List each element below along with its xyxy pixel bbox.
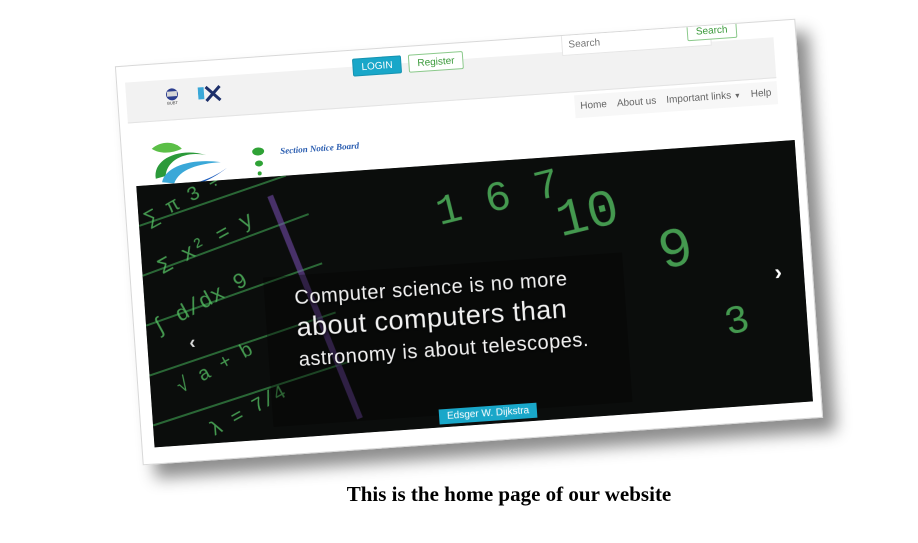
bubt-logo: BUBT xyxy=(165,88,179,106)
page-caption: This is the home page of our website xyxy=(346,482,672,506)
register-button[interactable]: Register xyxy=(407,50,465,73)
login-button[interactable]: LOGIN xyxy=(351,55,403,77)
nav-about-us[interactable]: About us xyxy=(617,96,657,110)
nav-important-links-label: Important links xyxy=(665,90,732,106)
nav-help[interactable]: Help xyxy=(750,88,771,100)
site-tagline: Section Notice Board xyxy=(279,140,360,156)
nav-important-links[interactable]: Important links ▼ xyxy=(666,90,741,106)
search-button[interactable]: Search xyxy=(686,19,738,42)
x-logo xyxy=(197,85,222,102)
chevron-down-icon: ▼ xyxy=(733,92,742,101)
hero-carousel: ∑ π 3 ÷ 2 Σ x² = y ∫ d/dx 9 √ a + b λ = … xyxy=(136,140,813,448)
bubt-logo-label: BUBT xyxy=(167,100,179,106)
website-screenshot: BUBT LOGIN Register Search Search Home A… xyxy=(114,18,824,466)
nav-home[interactable]: Home xyxy=(580,99,607,112)
